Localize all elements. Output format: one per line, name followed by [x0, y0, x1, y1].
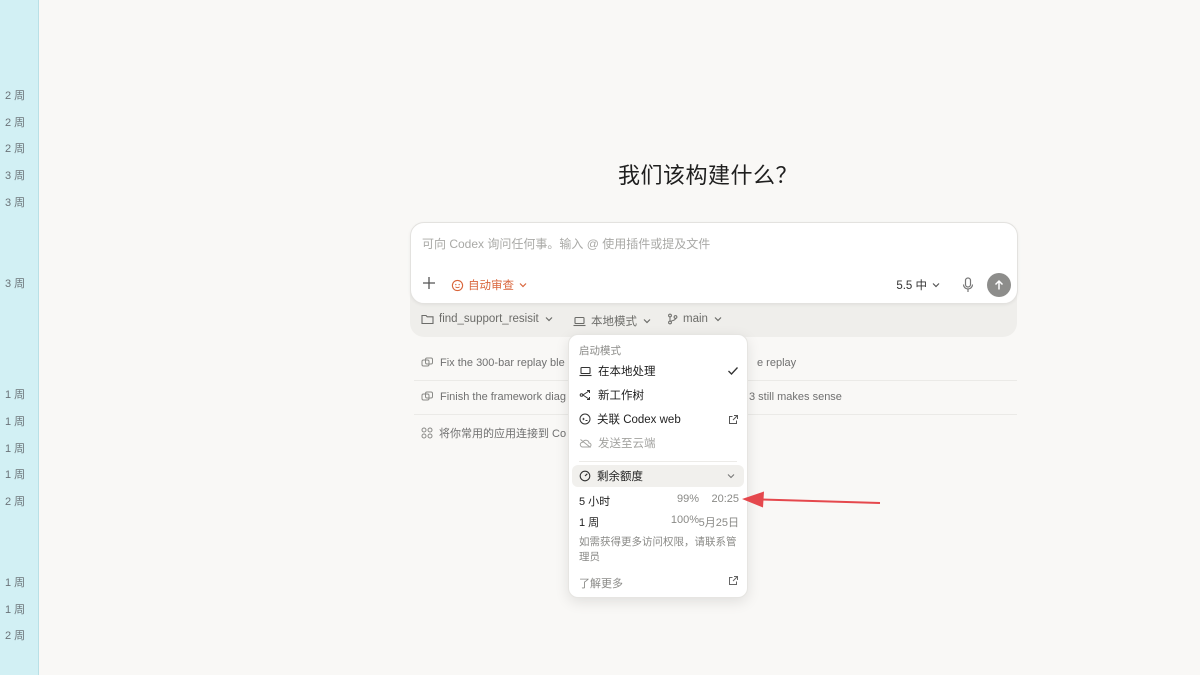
chevron-down-icon — [519, 283, 527, 288]
sidebar-age-label: 1 周 — [5, 577, 26, 589]
sidebar-age-label: 2 周 — [5, 630, 26, 642]
send-button[interactable] — [987, 273, 1011, 297]
gauge-icon — [579, 470, 591, 482]
sidebar-age-label: 1 周 — [5, 604, 26, 616]
microphone-icon[interactable] — [961, 277, 975, 293]
mode-selector[interactable]: 本地模式 — [573, 313, 652, 329]
menu-item-local[interactable]: 在本地处理 — [579, 363, 739, 379]
mode-label: 本地模式 — [591, 316, 637, 328]
codex-icon — [579, 413, 591, 425]
quota-period: 5 小时 — [579, 496, 611, 508]
divider — [579, 461, 737, 462]
chevron-down-icon — [727, 474, 735, 479]
mode-dropdown: 启动模式 在本地处理 新工作树 关联 Codex web 发送至云端 剩余额度 … — [568, 334, 748, 598]
chevron-down-icon — [714, 317, 722, 322]
branch-label: main — [683, 313, 708, 325]
sidebar-age-label: 2 周 — [5, 496, 26, 508]
quota-reset-time: 20:25 — [711, 493, 739, 505]
learn-more-label: 了解更多 — [579, 578, 623, 590]
folder-label: find_support_resisit — [439, 313, 539, 325]
menu-item-label: 发送至云端 — [598, 438, 656, 450]
composer[interactable]: 可向 Codex 询问任何事。输入 @ 使用插件或提及文件 自动审查 5.5 中 — [410, 222, 1018, 304]
menu-item-label: 在本地处理 — [598, 366, 656, 378]
suggestion-text-tail: e replay — [757, 357, 797, 369]
menu-item-label: 新工作树 — [598, 390, 644, 402]
sidebar-age-label: 2 周 — [5, 117, 26, 129]
git-branch-icon — [668, 313, 678, 325]
external-link-icon — [729, 414, 738, 424]
learn-more-link[interactable]: 了解更多 — [579, 575, 739, 591]
branch-selector[interactable]: main — [667, 313, 723, 325]
menu-item-codex-web[interactable]: 关联 Codex web — [579, 411, 739, 427]
chevron-down-icon — [545, 317, 553, 322]
quota-reset-time: 5月25日 — [698, 517, 739, 529]
cloud-off-icon — [579, 438, 592, 448]
quota-percent: 99% — [676, 493, 699, 505]
suggestion-text: 将你常用的应用连接到 Co — [439, 428, 567, 440]
sidebar-age-label: 3 周 — [5, 278, 26, 290]
chevron-down-icon — [643, 319, 651, 324]
arrow-up-icon — [994, 279, 1004, 290]
auto-review-button[interactable]: 自动审查 — [451, 277, 528, 293]
task-icon — [421, 391, 433, 401]
laptop-icon — [579, 366, 592, 376]
sidebar-age-label: 1 周 — [5, 443, 26, 455]
sidebar-age-label: 3 周 — [5, 197, 26, 209]
menu-item-label: 关联 Codex web — [597, 414, 681, 426]
auto-review-label: 自动审查 — [468, 280, 514, 292]
task-icon — [421, 357, 433, 367]
suggestion-text-tail: 3 still makes sense — [749, 391, 842, 403]
quota-note: 如需获得更多访问权限，请联系管理员 — [579, 536, 737, 563]
review-face-icon — [451, 279, 464, 291]
quota-toggle[interactable]: 剩余额度 — [572, 465, 744, 487]
sidebar: 2 周 2 周 2 周 3 周 3 周 3 周 1 周 1 周 1 周 1 周 … — [0, 0, 39, 675]
folder-icon — [421, 314, 434, 325]
page-title: 我们该构建什么？ — [617, 163, 798, 188]
check-icon — [728, 367, 738, 375]
model-label: 5.5 中 — [896, 280, 927, 292]
sidebar-age-label: 1 周 — [5, 389, 26, 401]
annotation-arrow-icon — [742, 491, 881, 508]
laptop-icon — [573, 316, 586, 326]
project-folder-selector[interactable]: find_support_resisit — [421, 313, 554, 325]
plus-icon[interactable] — [421, 275, 437, 291]
sidebar-age-label: 1 周 — [5, 469, 26, 481]
model-selector[interactable]: 5.5 中 — [896, 277, 941, 293]
quota-percent: 100% — [670, 514, 699, 526]
sidebar-age-label: 2 周 — [5, 90, 26, 102]
chevron-down-icon — [932, 283, 940, 288]
menu-item-worktree[interactable]: 新工作树 — [579, 387, 739, 403]
sidebar-age-label: 2 周 — [5, 143, 26, 155]
external-link-icon — [729, 576, 738, 585]
apps-grid-icon — [421, 427, 433, 439]
quota-title: 剩余额度 — [597, 471, 643, 483]
menu-item-cloud: 发送至云端 — [579, 435, 739, 451]
suggestion-text: Fix the 300-bar replay ble — [440, 357, 565, 369]
sidebar-age-label: 1 周 — [5, 416, 26, 428]
prompt-input[interactable]: 可向 Codex 询问任何事。输入 @ 使用插件或提及文件 — [422, 235, 710, 252]
suggestion-text: Finish the framework diag — [440, 391, 566, 403]
quota-period: 1 周 — [579, 517, 600, 529]
worktree-icon — [579, 390, 590, 400]
dropdown-section-title: 启动模式 — [579, 345, 621, 357]
